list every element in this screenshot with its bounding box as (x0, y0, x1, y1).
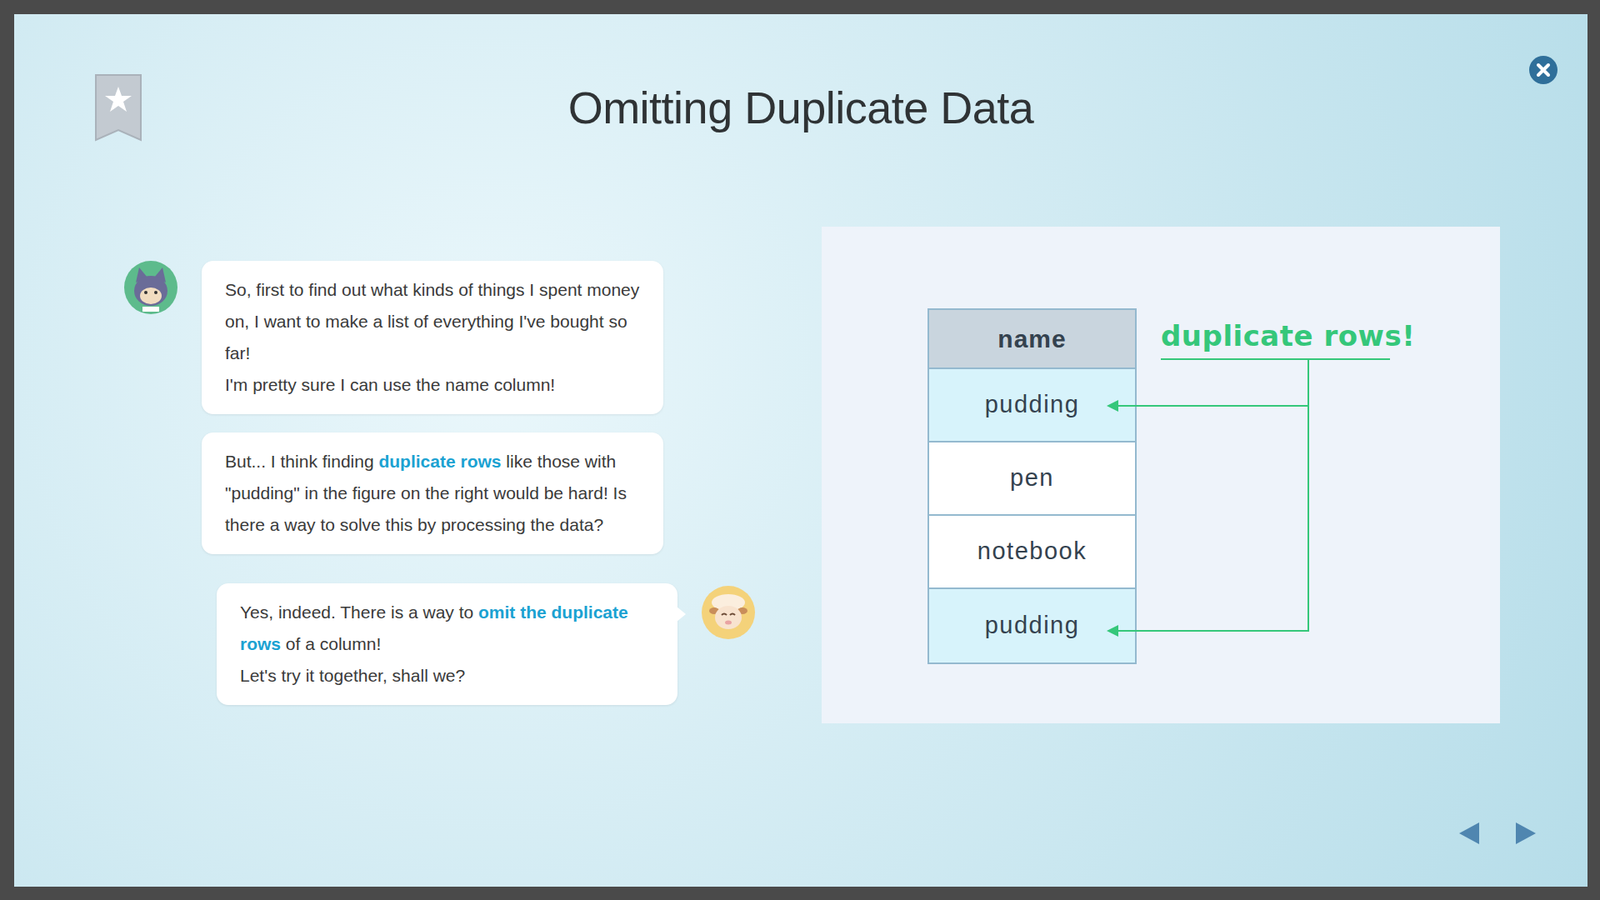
bookmark-icon[interactable] (94, 73, 143, 142)
avatar (124, 260, 178, 315)
bookmark-slot (94, 73, 143, 142)
lesson-modal: Omitting Duplicate Data So, first to fin… (14, 14, 1588, 887)
next-icon[interactable] (1512, 820, 1540, 847)
bubble-text: of a column! (280, 634, 381, 654)
chat-column: So, first to find out what kinds of thin… (124, 260, 755, 705)
close-button[interactable] (1528, 55, 1559, 85)
close-icon[interactable] (1528, 55, 1559, 85)
table-row: notebook (929, 515, 1135, 590)
table-header: name (929, 310, 1135, 370)
chat-bubble: Yes, indeed. There is a way to omit the … (216, 583, 678, 705)
duplicate-label: duplicate rows! (1160, 317, 1415, 355)
chat-message: But... I think finding duplicate rows li… (124, 432, 755, 555)
cell-text: pen (1010, 460, 1055, 497)
bubble-text: Let's try it together, shall we? (240, 665, 465, 685)
data-table: name pudding pen notebook pudding (927, 308, 1137, 665)
bubble-text: So, first to find out what kinds of thin… (225, 280, 640, 363)
table-row: pudding (929, 369, 1135, 443)
bubble-paragraph: So, first to find out what kinds of thin… (225, 274, 640, 370)
previous-icon[interactable] (1455, 820, 1483, 847)
bubble-text: Yes, indeed. There is a way to (240, 602, 479, 622)
bubble-paragraph: But... I think finding duplicate rows li… (225, 445, 640, 541)
bubble-tail (676, 606, 686, 622)
bubble-text: I'm pretty sure I can use the name colum… (225, 375, 555, 395)
bubble-paragraph: Yes, indeed. There is a way to omit the … (240, 596, 655, 660)
bubble-text: But... I think finding (225, 451, 379, 471)
content-row: So, first to find out what kinds of thin… (14, 226, 1588, 724)
table-row: pen (929, 442, 1135, 516)
table-row: pudding (929, 589, 1135, 663)
avatar (124, 432, 178, 486)
chat-message: Yes, indeed. There is a way to omit the … (124, 583, 755, 705)
sheep-avatar-icon (701, 585, 755, 640)
chat-message: So, first to find out what kinds of thin… (124, 260, 755, 415)
highlight-text: duplicate rows (378, 451, 501, 471)
figure-panel: name pudding pen notebook pudding duplicate r… (821, 226, 1500, 724)
arrows-icon (821, 226, 1500, 724)
page-title: Omitting Duplicate Data (568, 80, 1035, 135)
title-bar: Omitting Duplicate Data (14, 14, 1588, 135)
cell-text: notebook (977, 533, 1087, 570)
cell-text: pudding (985, 386, 1080, 424)
bubble-paragraph: I'm pretty sure I can use the name colum… (225, 369, 640, 401)
chat-bubble: But... I think finding duplicate rows li… (201, 432, 664, 555)
cat-avatar-icon (124, 260, 178, 315)
bubble-paragraph: Let's try it together, shall we? (240, 660, 655, 692)
cell-text: pudding (985, 607, 1080, 645)
navigation (1455, 820, 1540, 847)
avatar (701, 585, 755, 640)
chat-bubble: So, first to find out what kinds of thin… (201, 260, 664, 415)
